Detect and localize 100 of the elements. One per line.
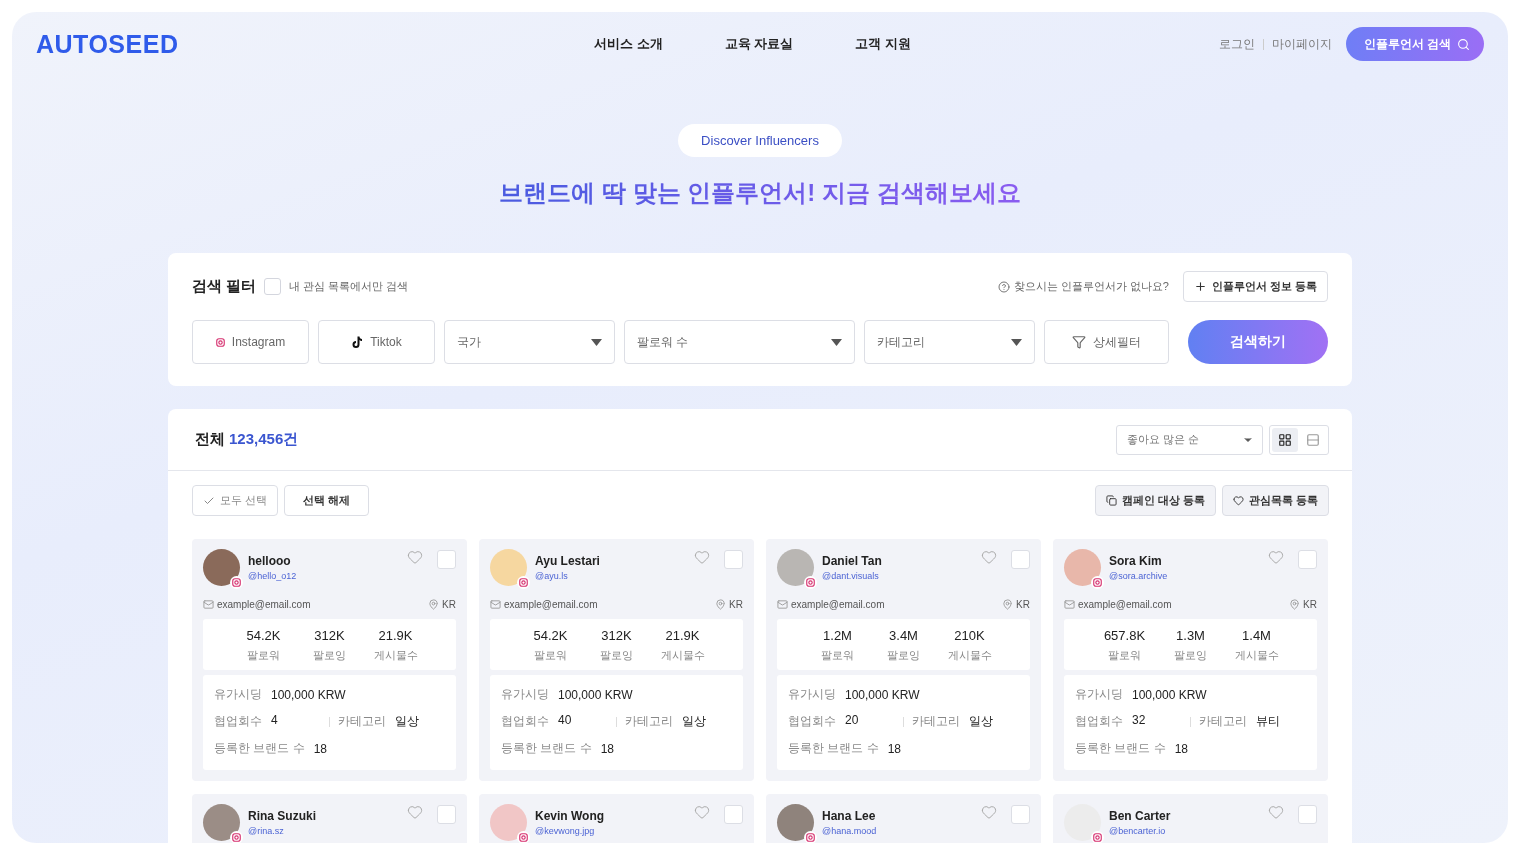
instagram-icon — [1093, 578, 1102, 587]
nav-link[interactable]: 교육 자료실 — [724, 35, 794, 53]
detail-value: 100,000 KRW — [1132, 687, 1207, 702]
heart-icon[interactable] — [981, 804, 997, 820]
grid-view-icon — [1278, 432, 1292, 447]
influencer-name: Sora Kim — [1109, 554, 1163, 568]
stat-label: 팔로워 — [820, 648, 855, 663]
view-toggle[interactable] — [1272, 427, 1298, 452]
detail-label: 카테고리 — [1199, 713, 1247, 730]
stat-label: 팔로잉 — [886, 648, 921, 663]
stat-value: 54.2K — [245, 628, 282, 643]
sort-select[interactable]: 좋아요 많은 순 — [1116, 424, 1263, 455]
register-button[interactable]: 인플루언서 정보 등록 — [1182, 271, 1328, 302]
detail-label: 카테고리 — [338, 713, 386, 730]
influencer-handle: @dant.visuals — [822, 571, 880, 581]
heart-icon[interactable] — [407, 804, 423, 820]
mail-icon — [777, 599, 788, 610]
card-checkbox[interactable] — [1298, 550, 1317, 569]
location-pin-icon — [1002, 599, 1014, 610]
email-text: example@email.com — [217, 599, 311, 610]
country-text: KR — [442, 599, 456, 610]
nav-link[interactable]: 서비스 소개 — [593, 35, 663, 53]
email-text: example@email.com — [1078, 599, 1172, 610]
heart-icon[interactable] — [407, 549, 423, 565]
instagram-icon — [519, 578, 528, 587]
stat-value: 1.3M — [1175, 628, 1206, 643]
detail-label: 등록한 브랜드 수 — [1075, 740, 1166, 757]
card-checkbox[interactable] — [437, 805, 456, 824]
stat-value: 1.2M — [822, 628, 853, 643]
nav-link[interactable]: 고객 지원 — [855, 35, 911, 53]
filter-select[interactable]: 팔로워 수 — [624, 320, 855, 364]
stat-label: 팔로워 — [533, 648, 568, 663]
detail-label: 유가시딩 — [1075, 686, 1123, 703]
country-text: KR — [1303, 599, 1317, 610]
filter-select[interactable]: 국가 — [444, 320, 615, 364]
dropdown-caret-icon — [1011, 338, 1022, 346]
heart-icon[interactable] — [694, 804, 710, 820]
heart-icon[interactable] — [694, 549, 710, 565]
deselect-button[interactable]: 선택 해제 — [284, 485, 370, 516]
stat-label: 팔로워 — [246, 648, 281, 663]
stat-value: 312K — [600, 628, 633, 643]
detail-value: 40 — [558, 713, 572, 729]
detail-value: 4 — [271, 713, 278, 729]
stat-value: 312K — [313, 628, 346, 643]
hero-badge: Discover Influencers — [678, 124, 842, 157]
stat-label: 게시물수 — [372, 648, 419, 663]
detail-value: 뷰티 — [1256, 713, 1280, 730]
influencer-name: Kevin Wong — [535, 809, 605, 823]
copy-icon — [1105, 495, 1117, 506]
list-view-icon — [1306, 432, 1320, 447]
detail-label: 유가시딩 — [214, 686, 262, 703]
watchlist-button[interactable]: 관심목록 등록 — [1221, 485, 1329, 516]
mypage-link[interactable]: 마이페이지 — [1271, 35, 1332, 53]
detail-label: 등록한 브랜드 수 — [788, 740, 879, 757]
logo[interactable]: AUTOSEED — [36, 29, 436, 59]
country-text: KR — [729, 599, 743, 610]
stat-value: 54.2K — [532, 628, 569, 643]
influencer-search-button[interactable]: 인플루언서 검색 — [1345, 27, 1484, 61]
detail-value: 100,000 KRW — [845, 687, 920, 702]
detail-value: 32 — [1132, 713, 1146, 729]
influencer-handle: @hana.mood — [822, 826, 877, 836]
stat-value: 1.4M — [1241, 628, 1272, 643]
stat-label: 팔로잉 — [1173, 648, 1208, 663]
stat-value: 21.9K — [377, 628, 414, 643]
heart-icon[interactable] — [1268, 549, 1284, 565]
heart-icon[interactable] — [981, 549, 997, 565]
detail-filter-button[interactable]: 상세필터 — [1044, 320, 1169, 364]
detail-label: 협업회수 — [214, 713, 262, 730]
card-checkbox[interactable] — [1298, 805, 1317, 824]
card-checkbox[interactable] — [724, 805, 743, 824]
stat-value: 657.8K — [1102, 628, 1147, 643]
influencer-name: Daniel Tan — [822, 554, 882, 568]
detail-label: 카테고리 — [625, 713, 673, 730]
heart-icon[interactable] — [1268, 804, 1284, 820]
card-checkbox[interactable] — [724, 550, 743, 569]
detail-label: 유가시딩 — [501, 686, 549, 703]
influencer-handle: @sora.archive — [1109, 571, 1168, 581]
stat-value: 21.9K — [664, 628, 701, 643]
platform-button[interactable]: Instagram — [192, 320, 309, 364]
influencer-name: hellooo — [248, 554, 292, 568]
detail-value: 일상 — [969, 713, 993, 730]
instagram-icon — [806, 578, 815, 587]
influencer-name: Ayu Lestari — [535, 554, 600, 568]
search-button[interactable]: 검색하기 — [1188, 320, 1328, 364]
instagram-icon — [806, 833, 815, 842]
card-checkbox[interactable] — [1011, 550, 1030, 569]
stat-label: 팔로잉 — [312, 648, 347, 663]
campaign-button[interactable]: 캠페인 대상 등록 — [1094, 485, 1216, 516]
platform-button[interactable]: Tiktok — [318, 320, 435, 364]
detail-label: 협업회수 — [501, 713, 549, 730]
instagram-icon — [215, 337, 225, 347]
card-checkbox[interactable] — [1011, 805, 1030, 824]
detail-label: 카테고리 — [912, 713, 960, 730]
favorites-checkbox[interactable] — [264, 278, 282, 295]
login-link[interactable]: 로그인 — [1218, 35, 1255, 53]
filter-select[interactable]: 카테고리 — [864, 320, 1035, 364]
influencer-handle: @kevwong.jpg — [535, 826, 596, 836]
search-icon — [1457, 37, 1470, 51]
select-all-button[interactable]: 모두 선택 — [192, 485, 279, 516]
card-checkbox[interactable] — [437, 550, 456, 569]
